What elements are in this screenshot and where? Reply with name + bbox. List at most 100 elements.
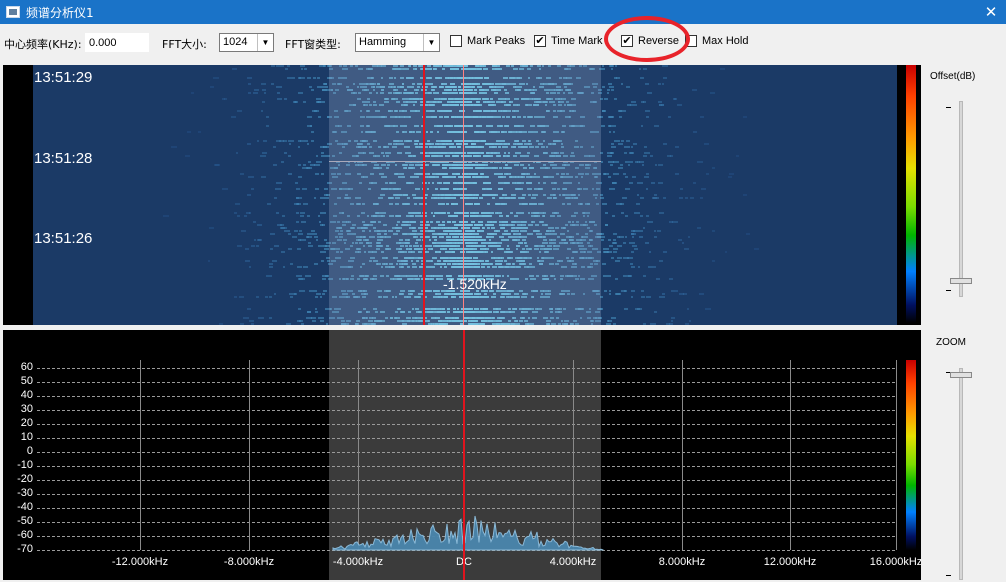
waterfall-pixel: [643, 323, 646, 325]
zoom-slider-thumb[interactable]: [950, 372, 972, 378]
waterfall-pixel: [700, 197, 703, 199]
fft-size-label: FFT大小:: [162, 38, 207, 51]
waterfall-pixel: [295, 182, 298, 184]
waterfall-pixel: [662, 65, 668, 67]
waterfall-pixel: [602, 110, 606, 112]
waterfall-pixel: [629, 152, 634, 154]
waterfall-pixel: [274, 293, 276, 295]
waterfall-pixel: [296, 212, 299, 214]
waterfall-pixel: [613, 239, 616, 241]
close-icon: ✕: [984, 4, 998, 21]
waterfall-pixel: [663, 143, 667, 145]
waterfall-pixel: [630, 263, 633, 265]
waterfall-pixel: [284, 230, 290, 232]
waterfall-display[interactable]: 13:51:29 13:51:28 13:51:26 -1.520kHz: [3, 65, 921, 325]
spectrum-cursor-line[interactable]: [463, 330, 465, 580]
waterfall-pixel: [683, 293, 687, 295]
fft-size-select[interactable]: 1024 ▼: [219, 33, 274, 52]
waterfall-pixel: [288, 140, 294, 142]
waterfall-pixel: [712, 260, 715, 262]
waterfall-pixel: [631, 146, 633, 148]
waterfall-pixel: [191, 92, 194, 94]
offset-slider-thumb[interactable]: [950, 277, 972, 284]
waterfall-pixel: [298, 77, 301, 79]
waterfall-pixel: [605, 212, 608, 214]
waterfall-pixel: [279, 140, 284, 142]
waterfall-pixel: [248, 92, 251, 94]
waterfall-pixel: [288, 155, 291, 157]
waterfall-pixel: [626, 275, 631, 277]
waterfall-pixel: [603, 251, 609, 253]
waterfall-pixel: [243, 317, 249, 319]
waterfall-pixel: [659, 296, 665, 298]
waterfall-pixel: [611, 317, 616, 319]
waterfall-pixel: [631, 266, 635, 268]
waterfall-pixel: [601, 161, 603, 163]
center-freq-input[interactable]: [85, 33, 149, 52]
time-mark-checkbox[interactable]: ✔: [534, 35, 546, 47]
waterfall-pixel: [298, 92, 303, 94]
close-button[interactable]: ✕: [976, 0, 1006, 24]
waterfall-pixel: [271, 83, 274, 85]
waterfall-pixel: [654, 236, 657, 238]
waterfall-pixel: [613, 242, 616, 244]
waterfall-timestamp: 13:51:28: [34, 150, 93, 167]
mark-peaks-checkbox[interactable]: [450, 35, 462, 47]
waterfall-timestamp: 13:51:29: [34, 69, 93, 86]
waterfall-pixel: [303, 266, 308, 268]
waterfall-pixel: [270, 233, 275, 235]
waterfall-pixel: [304, 68, 307, 70]
waterfall-pixel: [283, 266, 285, 268]
waterfall-pixel: [324, 188, 328, 190]
waterfall-pixel: [239, 296, 244, 298]
waterfall-pixel: [322, 89, 327, 91]
waterfall-pixel: [304, 140, 308, 142]
spectrum-display[interactable]: 60 50 40 30 20 10 0 -10 -20 -30 -40 -50 -60 -70 -12.0…: [3, 330, 921, 580]
waterfall-pixel: [249, 212, 251, 214]
zoom-slider-track[interactable]: [959, 368, 963, 580]
waterfall-pixel: [322, 275, 328, 277]
waterfall-pixel: [289, 293, 291, 295]
waterfall-pixel: [669, 278, 673, 280]
max-hold-checkbox[interactable]: [685, 35, 697, 47]
waterfall-pixel: [643, 68, 647, 70]
waterfall-pixel: [641, 290, 644, 292]
waterfall-pixel: [644, 146, 647, 148]
waterfall-pixel: [613, 248, 618, 250]
fft-window-select[interactable]: Hamming ▼: [355, 33, 440, 52]
waterfall-pixel: [289, 143, 291, 145]
waterfall-pixel: [608, 239, 611, 241]
waterfall-pixel: [264, 92, 266, 94]
offset-slider-track[interactable]: [959, 101, 963, 297]
waterfall-pixel: [314, 263, 318, 265]
waterfall-pixel: [629, 182, 633, 184]
waterfall-pixel: [610, 164, 613, 166]
waterfall-pixel: [613, 131, 615, 133]
waterfall-pixel: [316, 239, 318, 241]
waterfall-pixel: [640, 215, 643, 217]
waterfall-pixel: [632, 245, 637, 247]
waterfall-pixel: [611, 89, 614, 91]
reverse-checkbox[interactable]: ✔: [621, 35, 633, 47]
waterfall-pixel: [712, 230, 715, 232]
waterfall-pixel: [276, 212, 279, 214]
waterfall-pixel: [322, 224, 325, 226]
waterfall-pixel: [318, 317, 324, 319]
waterfall-pixel: [611, 68, 613, 70]
waterfall-pixel: [276, 182, 282, 184]
waterfall-pixel: [281, 251, 285, 253]
waterfall-pixel: [320, 251, 326, 253]
waterfall-cursor-line[interactable]: [423, 65, 425, 325]
waterfall-pixel: [261, 83, 266, 85]
toolbar: 中心频率(KHz): FFT大小: 1024 ▼ FFT窗类型: Hamming…: [0, 24, 1006, 62]
waterfall-pixel: [621, 83, 623, 85]
waterfall-pixel: [284, 98, 287, 100]
waterfall-pixel: [609, 86, 614, 88]
waterfall-pixel: [308, 161, 311, 163]
waterfall-pixel: [297, 266, 302, 268]
waterfall-pixel: [615, 260, 620, 262]
waterfall-pixel: [641, 296, 645, 298]
waterfall-pixel: [615, 65, 617, 67]
center-freq-label: 中心频率(KHz):: [4, 38, 82, 51]
waterfall-pixel: [187, 131, 191, 133]
